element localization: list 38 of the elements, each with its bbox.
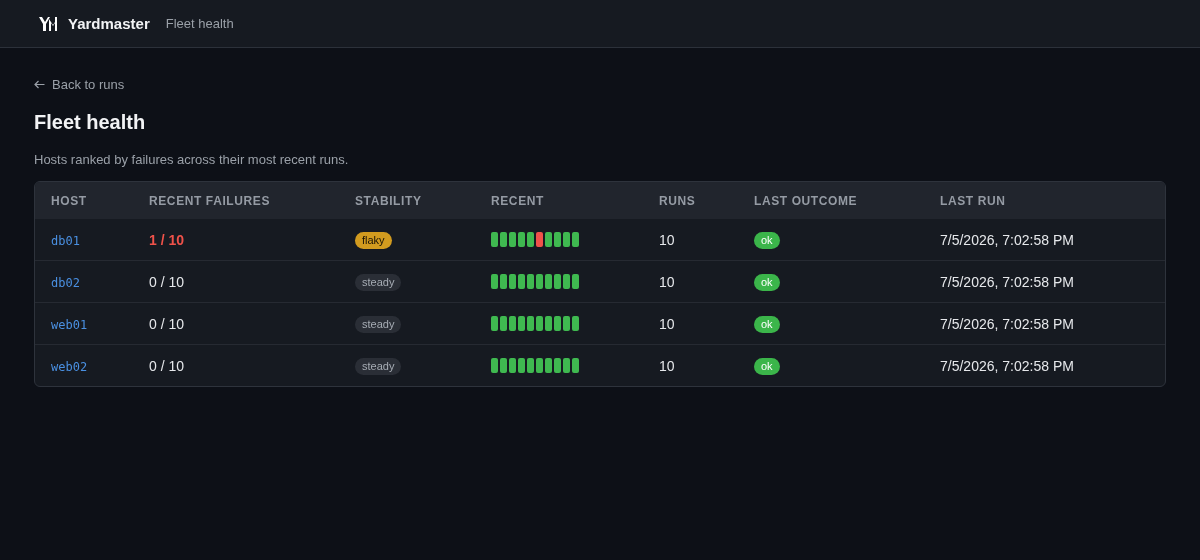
failure-count: 0 / 10 (149, 357, 185, 374)
runs-count: 10 (659, 357, 675, 374)
column-header: LAST OUTCOME (754, 193, 858, 208)
stability-badge: steady (355, 357, 402, 375)
column-header: RECENT (491, 193, 544, 208)
outcome-badge: ok (754, 357, 780, 375)
column-header: STABILITY (355, 193, 422, 208)
runs-count: 10 (659, 315, 675, 332)
failure-count: 0 / 10 (149, 315, 185, 332)
outcome-badge: ok (754, 231, 780, 249)
section-title: Fleet health (165, 16, 234, 31)
column-header: RECENT FAILURES (149, 193, 270, 208)
column-header: HOST (51, 193, 87, 208)
host-link[interactable]: web01 (51, 317, 88, 332)
last-run-time: 7/5/2026, 7:02:58 PM (940, 357, 1074, 374)
logo-icon (39, 16, 57, 31)
stability-badge: steady (355, 315, 402, 333)
host-link[interactable]: db01 (51, 233, 80, 248)
stability-badge: steady (355, 273, 402, 291)
failure-count: 1 / 10 (149, 231, 185, 248)
runs-count: 10 (659, 231, 675, 248)
app-name: Yardmaster (68, 15, 150, 32)
outcome-badge: ok (754, 315, 780, 333)
column-header: LAST RUN (940, 193, 1006, 208)
runs-count: 10 (659, 273, 675, 290)
last-run-time: 7/5/2026, 7:02:58 PM (940, 315, 1074, 332)
column-header: RUNS (659, 193, 696, 208)
back-link[interactable]: Back to runs (34, 77, 125, 92)
page-title: Fleet health (34, 111, 147, 134)
page-description: Hosts ranked by failures across their most recent runs. (34, 152, 350, 167)
outcome-badge: ok (754, 273, 780, 291)
stability-badge: flaky (355, 231, 392, 249)
last-run-time: 7/5/2026, 7:02:58 PM (940, 273, 1074, 290)
failure-count: 0 / 10 (149, 273, 185, 290)
host-link[interactable]: db02 (51, 275, 80, 290)
host-link[interactable]: web02 (51, 359, 88, 374)
last-run-time: 7/5/2026, 7:02:58 PM (940, 231, 1074, 248)
back-arrow-icon (34, 80, 45, 89)
